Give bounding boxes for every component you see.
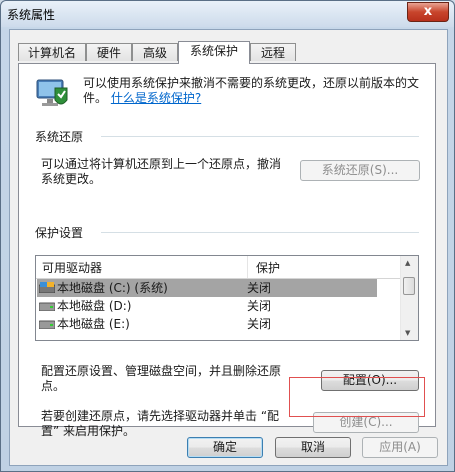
close-button[interactable]: x bbox=[407, 2, 449, 22]
configure-description: 配置还原设置、管理磁盘空间，并且删除还原点。 bbox=[41, 364, 282, 393]
drive-protection-status: 关闭 bbox=[247, 317, 272, 331]
apply-button[interactable]: 应用(A) bbox=[362, 437, 438, 458]
column-header-protection[interactable]: 保护 bbox=[256, 259, 280, 276]
tab-advanced[interactable]: 高级 bbox=[132, 43, 178, 61]
drive-row[interactable]: 本地磁盘 (D:) 关闭 bbox=[37, 297, 377, 315]
drive-row[interactable]: 本地磁盘 (C:) (系统) 关闭 bbox=[37, 279, 377, 297]
system-restore-button[interactable]: 系统还原(S)... bbox=[300, 160, 420, 181]
intro-text: 可以使用系统保护来撤消不需要的系统更改，还原以前版本的文件。 什么是系统保护? bbox=[83, 76, 423, 106]
computer-shield-icon bbox=[36, 79, 68, 106]
drive-icon bbox=[39, 320, 55, 329]
system-drive-icon bbox=[39, 282, 55, 293]
system-protection-panel: 可以使用系统保护来撤消不需要的系统更改，还原以前版本的文件。 什么是系统保护? … bbox=[18, 63, 436, 438]
drive-protection-status: 关闭 bbox=[247, 299, 272, 313]
drive-icon bbox=[39, 302, 55, 311]
scrollbar-thumb[interactable] bbox=[403, 277, 415, 295]
system-properties-window: 系统属性 x 计算机名 硬件 高级 系统保护 远程 可以使用系统保护来撤消不需要… bbox=[0, 0, 455, 472]
system-restore-group-label: 系统还原 bbox=[35, 128, 88, 145]
what-is-system-protection-link[interactable]: 什么是系统保护? bbox=[111, 91, 201, 105]
group-divider bbox=[101, 136, 419, 137]
drive-list-scrollbar[interactable]: ▲ ▼ bbox=[400, 256, 418, 340]
scroll-up-arrow-icon[interactable]: ▲ bbox=[405, 259, 410, 267]
highlight-annotation-box bbox=[289, 377, 425, 417]
tab-hardware[interactable]: 硬件 bbox=[86, 43, 132, 61]
restore-description: 可以通过将计算机还原到上一个还原点，撤消系统更改。 bbox=[41, 157, 282, 186]
tab-remote[interactable]: 远程 bbox=[250, 43, 296, 61]
cancel-button[interactable]: 取消 bbox=[275, 437, 351, 458]
title-bar[interactable]: 系统属性 x bbox=[1, 1, 454, 27]
protection-settings-group-label: 保护设置 bbox=[35, 224, 88, 241]
drive-list[interactable]: 可用驱动器 保护 本地磁盘 (C:) (系统) 关闭 本地磁盘 (D:) 关闭 … bbox=[35, 255, 419, 341]
column-header-drives[interactable]: 可用驱动器 bbox=[42, 259, 102, 276]
group-divider bbox=[101, 232, 419, 233]
tab-system-protection[interactable]: 系统保护 bbox=[178, 41, 250, 64]
tab-computer-name[interactable]: 计算机名 bbox=[18, 43, 86, 61]
window-title: 系统属性 bbox=[7, 8, 56, 22]
drive-list-header: 可用驱动器 保护 bbox=[36, 256, 402, 279]
ok-button[interactable]: 确定 bbox=[187, 437, 263, 458]
drive-name: 本地磁盘 (D:) bbox=[57, 299, 132, 313]
column-separator[interactable] bbox=[247, 256, 248, 278]
scroll-down-arrow-icon[interactable]: ▼ bbox=[405, 329, 410, 337]
drive-protection-status: 关闭 bbox=[247, 281, 272, 295]
drive-row[interactable]: 本地磁盘 (E:) 关闭 bbox=[37, 315, 377, 333]
create-description: 若要创建还原点，请先选择驱动器并单击 “配置” 来启用保护。 bbox=[41, 409, 280, 438]
drive-name: 本地磁盘 (E:) bbox=[57, 317, 130, 331]
drive-name: 本地磁盘 (C:) (系统) bbox=[57, 281, 168, 295]
